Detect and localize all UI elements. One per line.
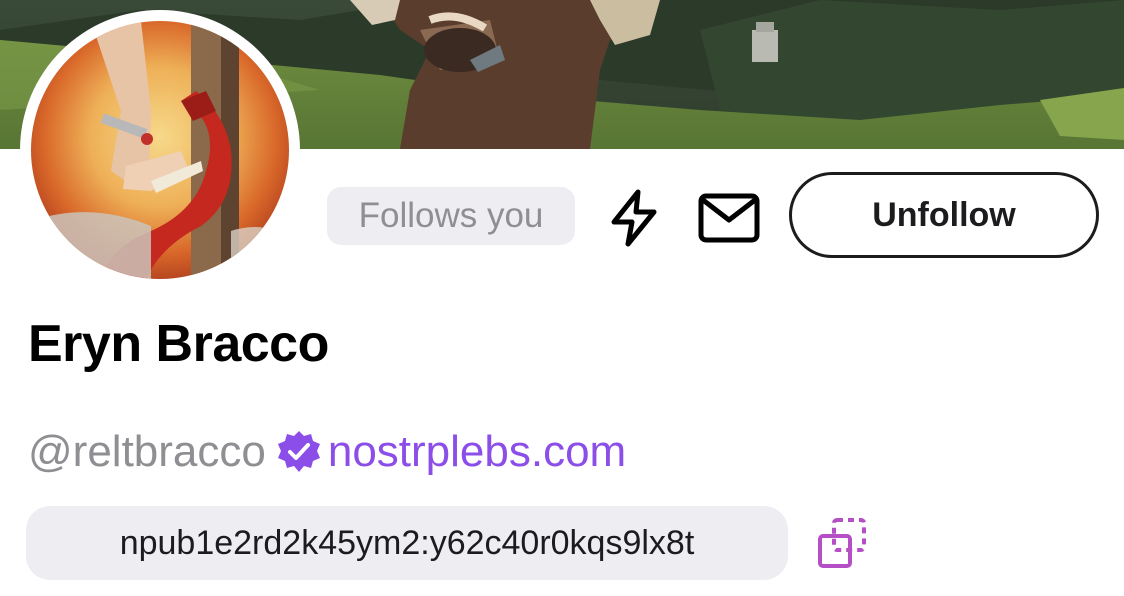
envelope-icon: [698, 193, 760, 243]
nip05-domain-link[interactable]: nostrplebs.com: [328, 422, 626, 482]
unfollow-button[interactable]: Unfollow: [789, 172, 1099, 258]
npub-key[interactable]: npub1e2rd2k45ym2:y62c40r0kqs9lx8t: [26, 506, 788, 580]
copy-button[interactable]: [814, 514, 874, 574]
verified-badge-icon: [276, 429, 322, 475]
message-button[interactable]: [696, 188, 762, 248]
copy-icon: [818, 518, 866, 568]
lightning-bolt-icon: [611, 189, 657, 247]
follows-you-badge: Follows you: [327, 187, 575, 245]
display-name: Eryn Bracco: [28, 315, 329, 373]
username-handle: @reltbracco: [28, 427, 266, 476]
profile-avatar[interactable]: [20, 10, 300, 290]
handle-row: @reltbracco nostrplebs.com: [28, 422, 626, 482]
avatar-image: [31, 21, 289, 279]
zap-button[interactable]: [602, 186, 666, 250]
